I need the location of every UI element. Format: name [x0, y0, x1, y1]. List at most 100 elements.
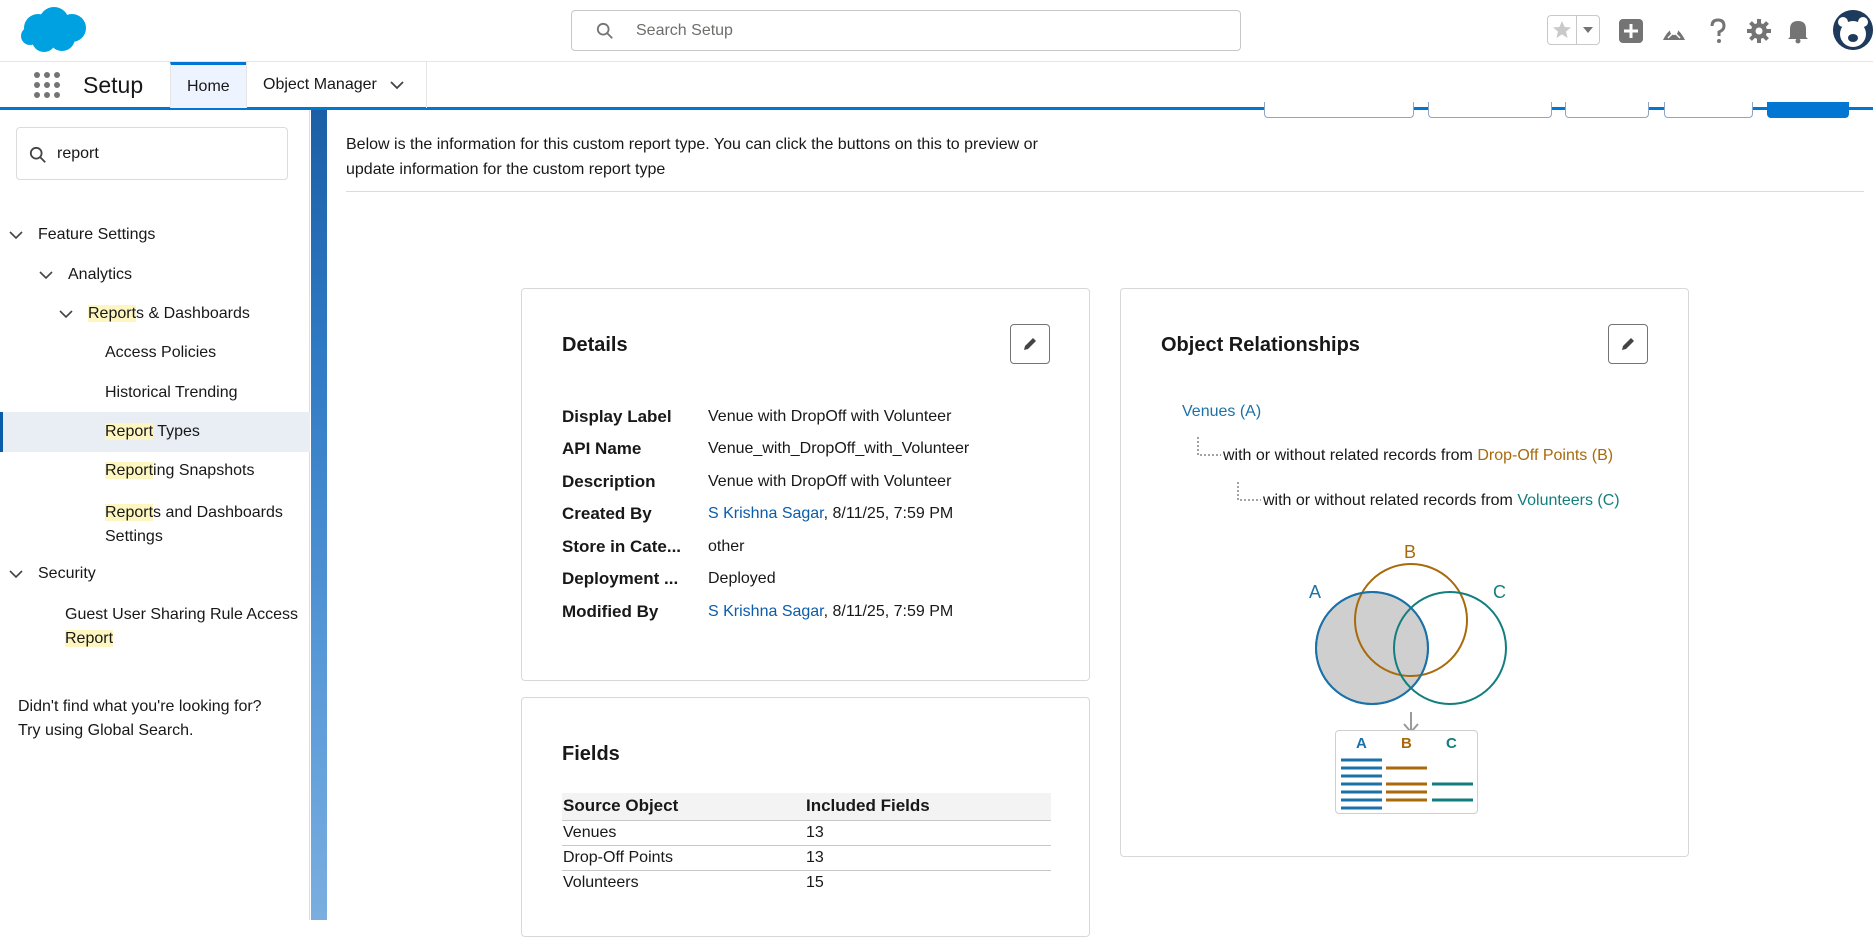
- detail-row-category: Store in Cate... other: [562, 537, 744, 557]
- tree-reporting-snapshots[interactable]: Reporting Snapshots: [105, 462, 254, 480]
- detail-row-deployment: Deployment ... Deployed: [562, 569, 776, 589]
- fields-card: Fields Source Object Included Fields Ven…: [521, 697, 1090, 937]
- detail-label: Created By: [562, 504, 652, 523]
- created-date: , 8/11/25, 7:59 PM: [823, 505, 954, 522]
- detail-value: S Krishna Sagar, 8/11/25, 7:59 PM: [708, 504, 953, 524]
- detail-value: Deployed: [708, 570, 776, 587]
- tree-access-policies[interactable]: Access Policies: [105, 344, 216, 362]
- column-header: Included Fields: [805, 793, 1051, 821]
- tree-analytics[interactable]: Analytics: [38, 266, 132, 284]
- header-primary-button[interactable]: [1767, 102, 1849, 118]
- tree-security[interactable]: Security: [8, 565, 96, 583]
- tree-reports-dashboards-settings[interactable]: Reports and Dashboards Settings: [105, 501, 283, 549]
- label-rest: Types: [153, 423, 200, 440]
- header-button[interactable]: [1264, 102, 1414, 118]
- help-line-1: Didn't find what you're looking for?: [18, 698, 262, 715]
- user-avatar[interactable]: [1833, 10, 1873, 50]
- star-icon: [1553, 21, 1572, 38]
- label-rest: s & Dashboards: [136, 305, 250, 322]
- tree-historical-trending-label: Historical Trending: [105, 384, 238, 401]
- detail-row-api-name: API Name Venue_with_DropOff_with_Volunte…: [562, 439, 969, 459]
- label-rest: s and Dashboards: [153, 504, 283, 521]
- bell-icon: [1788, 21, 1808, 44]
- app-launcher-button[interactable]: [33, 71, 61, 99]
- pencil-icon: [1024, 338, 1036, 350]
- cell-count: 13: [805, 845, 1051, 871]
- relationship-text: with or without related records from: [1223, 447, 1473, 464]
- created-by-user-link[interactable]: S Krishna Sagar: [708, 505, 824, 522]
- detail-row-modified-by: Modified By S Krishna Sagar, 8/11/25, 7:…: [562, 602, 953, 622]
- search-highlight: Report: [105, 462, 154, 479]
- chevron-down-icon[interactable]: [8, 566, 24, 582]
- header-button[interactable]: [1428, 102, 1552, 118]
- tree-reporting-snapshots-label: Reporting Snapshots: [105, 462, 254, 480]
- tab-object-manager[interactable]: Object Manager: [246, 62, 427, 108]
- caret-down-icon: [1583, 27, 1594, 33]
- relationship-line-b: with or without related records from Dro…: [1223, 447, 1613, 465]
- notifications-button[interactable]: [1784, 17, 1812, 45]
- table-row: Volunteers 15: [562, 870, 1051, 895]
- chevron-down-icon[interactable]: [389, 77, 405, 93]
- chevron-down-icon[interactable]: [8, 227, 24, 243]
- help-line-2: Try using Global Search.: [18, 722, 194, 739]
- tree-guest-line1: Guest User Sharing Rule Access: [65, 606, 298, 623]
- column-header: Source Object: [562, 793, 805, 821]
- tree-guest-user-sharing[interactable]: Guest User Sharing Rule Access Report: [65, 603, 298, 651]
- details-title: Details: [562, 334, 628, 356]
- pencil-icon: [1622, 338, 1634, 350]
- tab-home[interactable]: Home: [170, 62, 246, 108]
- tree-historical-trending[interactable]: Historical Trending: [105, 384, 238, 402]
- detail-value: Venue with DropOff with Volunteer: [708, 408, 952, 425]
- global-search-input[interactable]: [636, 19, 1216, 43]
- quick-find-box[interactable]: [16, 127, 288, 180]
- tree-connector: [1197, 437, 1221, 456]
- edit-relationships-button[interactable]: [1608, 324, 1648, 364]
- help-button[interactable]: [1704, 17, 1732, 45]
- detail-value: Venue_with_DropOff_with_Volunteer: [708, 440, 970, 457]
- venn-label-b: B: [1404, 545, 1416, 562]
- setup-gear-button[interactable]: [1745, 17, 1773, 45]
- global-search-box[interactable]: [571, 10, 1241, 51]
- cell-object: Venues: [562, 820, 805, 846]
- tree-report-types[interactable]: Report Types: [105, 423, 200, 441]
- detail-label: Description: [562, 472, 656, 491]
- chevron-down-icon[interactable]: [58, 306, 74, 322]
- trailhead-button[interactable]: [1660, 17, 1688, 45]
- header-button[interactable]: [1565, 102, 1649, 118]
- search-highlight: Report: [65, 630, 114, 647]
- table-row: Drop-Off Points 13: [562, 845, 1051, 871]
- global-actions-button[interactable]: [1617, 17, 1645, 45]
- relationship-object-b: Drop-Off Points (B): [1477, 447, 1614, 464]
- result-table-illustration: A B C: [1335, 730, 1478, 814]
- tab-object-manager-label: Object Manager: [263, 76, 377, 93]
- venn-diagram: A B C: [1309, 545, 1507, 734]
- relationship-text: with or without related records from: [1263, 492, 1513, 509]
- cell-count: 13: [805, 820, 1051, 846]
- edit-details-button[interactable]: [1010, 324, 1050, 364]
- trailhead-icon: [1663, 27, 1685, 40]
- detail-label: Display Label: [562, 407, 672, 426]
- relationship-object-c: Volunteers (C): [1517, 492, 1620, 509]
- setup-sidebar: Feature Settings Analytics Reports & Das…: [0, 110, 310, 920]
- detail-value: S Krishna Sagar, 8/11/25, 7:59 PM: [708, 602, 953, 622]
- result-col-b: B: [1401, 735, 1412, 752]
- intro-line-2: update information for the custom report…: [346, 161, 666, 178]
- chevron-down-icon[interactable]: [38, 267, 54, 283]
- detail-value: Venue with DropOff with Volunteer: [708, 473, 952, 490]
- favorites-dropdown-button[interactable]: [1577, 16, 1599, 44]
- favorites-star-button[interactable]: [1548, 16, 1578, 44]
- search-icon: [596, 22, 613, 39]
- fields-title: Fields: [562, 743, 620, 765]
- avatar-bear-icon: [1833, 10, 1873, 50]
- salesforce-logo[interactable]: [18, 6, 90, 56]
- modified-date: , 8/11/25, 7:59 PM: [823, 603, 954, 620]
- detail-row-display-label: Display Label Venue with DropOff with Vo…: [562, 407, 951, 427]
- relationship-object-a: Venues (A): [1182, 403, 1262, 420]
- quick-find-input[interactable]: [57, 142, 277, 166]
- tree-reports-dashboards[interactable]: Reports & Dashboards: [58, 305, 250, 323]
- header-button[interactable]: [1664, 102, 1753, 118]
- relationship-line-c: with or without related records from Vol…: [1263, 492, 1620, 510]
- modified-by-user-link[interactable]: S Krishna Sagar: [708, 603, 824, 620]
- tree-feature-settings[interactable]: Feature Settings: [8, 226, 155, 244]
- fields-table: Source Object Included Fields Venues 13 …: [562, 793, 1051, 895]
